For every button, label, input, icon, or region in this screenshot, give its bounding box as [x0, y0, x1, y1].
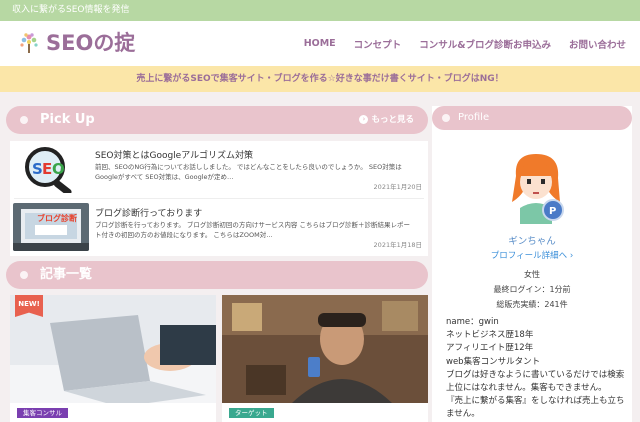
bio-line: ネットビジネス歴18年	[446, 330, 534, 341]
list-item[interactable]: S E O SEO対策とはGoogleアルゴリズム対策 前回、SEOのNG行為に…	[10, 141, 428, 199]
list-item[interactable]: ブログ診断 ブログ診断行っております ブログ診断を行っております。 ブログ診断初…	[10, 199, 428, 254]
pickup-item-title[interactable]: SEO対策とはGoogleアルゴリズム対策	[95, 148, 253, 161]
site-header: SEOの掟 HOME コンセプト コンサル&ブログ診断お申込み お問い合わせ	[0, 21, 640, 66]
profile-detail-label: プロフィール詳細へ	[490, 251, 568, 261]
article-card[interactable]: ターゲット	[222, 295, 428, 422]
profile-detail-link[interactable]: プロフィール詳細へ ›	[432, 249, 632, 261]
bio-line: 『売上に繋がる集客』をしなければ売上も立ちません。	[446, 396, 625, 420]
pickup-item-date: 2021年1月20日	[373, 183, 422, 191]
more-label: もっと見る	[371, 115, 414, 125]
pickup-title: Pick Up	[40, 112, 95, 127]
banner-text: 売上に繋がるSEOで集客サイト・ブログを作る☆好きな事だけ書くサイト・ブログはN…	[136, 74, 504, 84]
pickup-item-excerpt: 前回、SEOのNG行為についてお話ししました。 ではどんなことをしたら良いのでし…	[95, 163, 402, 181]
category-tag[interactable]: ターゲット	[229, 408, 274, 418]
profile-sales: 総販売実績：241件	[496, 300, 568, 309]
pickup-header: Pick Up › もっと見る	[6, 106, 428, 134]
main-nav: HOME コンセプト コンサル&ブログ診断お申込み お問い合わせ	[286, 21, 626, 66]
pickup-item-date: 2021年1月18日	[373, 241, 422, 249]
article-cards: NEW! 集客コンサル ターゲット	[10, 295, 428, 422]
tagline: 収入に繋がるSEO情報を発信	[12, 5, 130, 15]
profile-sidebar: Profile P ギンちゃん プロフィール詳細へ › 女性 最終ログイン：1分…	[432, 106, 632, 422]
profile-name[interactable]: ギンちゃん	[432, 233, 632, 247]
circle-bullet-icon	[442, 114, 450, 122]
bio-line: web集客コンサルタント	[446, 356, 541, 367]
bio-line: ブログは好きなように書いているだけでは検索上位にはなれません。集客もできません。	[446, 369, 625, 394]
promo-banner: 売上に繋がるSEOで集客サイト・ブログを作る☆好きな事だけ書くサイト・ブログはN…	[0, 66, 640, 92]
svg-text:P: P	[549, 206, 556, 217]
nav-contact[interactable]: お問い合わせ	[569, 37, 626, 51]
pickup-item-title[interactable]: ブログ診断行っております	[95, 206, 202, 219]
tree-logo-icon[interactable]	[18, 32, 40, 54]
top-tagline-bar: 収入に繋がるSEO情報を発信	[0, 0, 640, 21]
profile-header: Profile	[432, 106, 632, 130]
bio-line: name：gwin	[446, 317, 499, 327]
avatar[interactable]: P	[504, 146, 568, 224]
articles-title: 記事一覧	[40, 267, 93, 282]
pickup-list: S E O SEO対策とはGoogleアルゴリズム対策 前回、SEOのNG行為に…	[10, 141, 428, 256]
pickup-item-excerpt: ブログ診断を行っております。 ブログ診断初回の方向けサービス内容 こちらはブログ…	[95, 221, 410, 239]
chevron-right-icon: ›	[359, 115, 369, 124]
profile-bio: name：gwin ネットビジネス歴18年 アフィリエイト歴12年 web集客コ…	[446, 316, 628, 422]
chevron-right-icon: ›	[569, 251, 574, 261]
category-tag[interactable]: 集客コンサル	[17, 408, 68, 418]
seo-thumbnail[interactable]: S E O	[13, 145, 89, 193]
nav-concept[interactable]: コンセプト	[354, 37, 402, 51]
site-title[interactable]: SEOの掟	[46, 30, 135, 56]
profile-last-login: 最終ログイン：1分前	[493, 285, 571, 294]
svg-text:E: E	[42, 160, 52, 178]
circle-bullet-icon	[20, 271, 28, 279]
nav-consult-apply[interactable]: コンサル&ブログ診断お申込み	[419, 37, 551, 51]
nav-home[interactable]: HOME	[304, 38, 336, 49]
svg-text:O: O	[52, 160, 65, 178]
man-with-can-photo[interactable]	[222, 295, 428, 403]
article-card[interactable]: NEW! 集客コンサル	[10, 295, 216, 422]
blog-diagnosis-thumbnail[interactable]: ブログ診断	[13, 203, 89, 251]
more-link[interactable]: › もっと見る	[359, 106, 414, 134]
circle-bullet-icon	[20, 116, 28, 124]
bio-line: アフィリエイト歴12年	[446, 343, 534, 354]
articles-header: 記事一覧	[6, 261, 428, 289]
profile-title: Profile	[458, 112, 490, 123]
profile-gender: 女性	[524, 270, 540, 279]
svg-text:ブログ診断: ブログ診断	[37, 213, 77, 223]
